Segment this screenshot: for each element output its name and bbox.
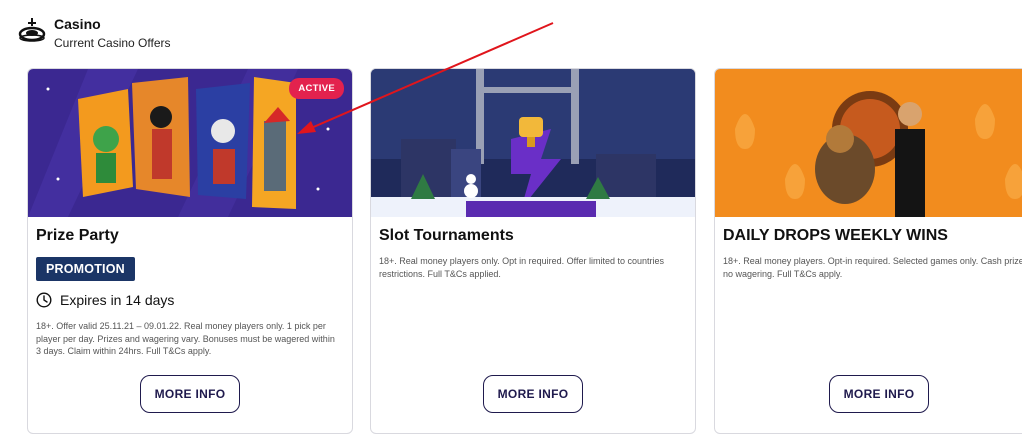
card-title: Slot Tournaments [379,227,514,244]
slot-tournaments-banner [371,69,695,217]
card-title: Prize Party [36,227,119,244]
section-header: Casino Current Casino Offers [18,16,171,49]
offer-card-slot-tournaments[interactable]: Slot Tournaments 18+. Real money players… [370,68,696,434]
more-info-button[interactable]: MORE INFO [829,375,929,413]
clock-icon [36,292,52,308]
roulette-icon [18,18,46,42]
promotion-badge: PROMOTION [36,257,135,281]
section-title: Casino [54,16,101,32]
offer-card-daily-drops[interactable]: DAILY DROPS WEEKLY WINS 18+. Real money … [714,68,1022,434]
terms-text: 18+. Offer valid 25.11.21 – 09.01.22. Re… [36,321,335,356]
daily-drops-banner [715,69,1022,217]
offer-card-prize-party[interactable]: ACTIVE Prize Party PROMOTION Expires in … [27,68,353,434]
expiry-text: Expires in 14 days [60,292,175,308]
expiry-info: Expires in 14 days [36,292,342,308]
more-info-button[interactable]: MORE INFO [483,375,583,413]
terms-text: 18+. Real money players only. Opt in req… [379,256,665,279]
terms-text: 18+. Real money players. Opt-in required… [723,256,1022,279]
more-info-button[interactable]: MORE INFO [140,375,240,413]
active-badge: ACTIVE [289,78,344,99]
card-title: DAILY DROPS WEEKLY WINS [723,227,948,244]
section-subtitle: Current Casino Offers [54,36,171,50]
